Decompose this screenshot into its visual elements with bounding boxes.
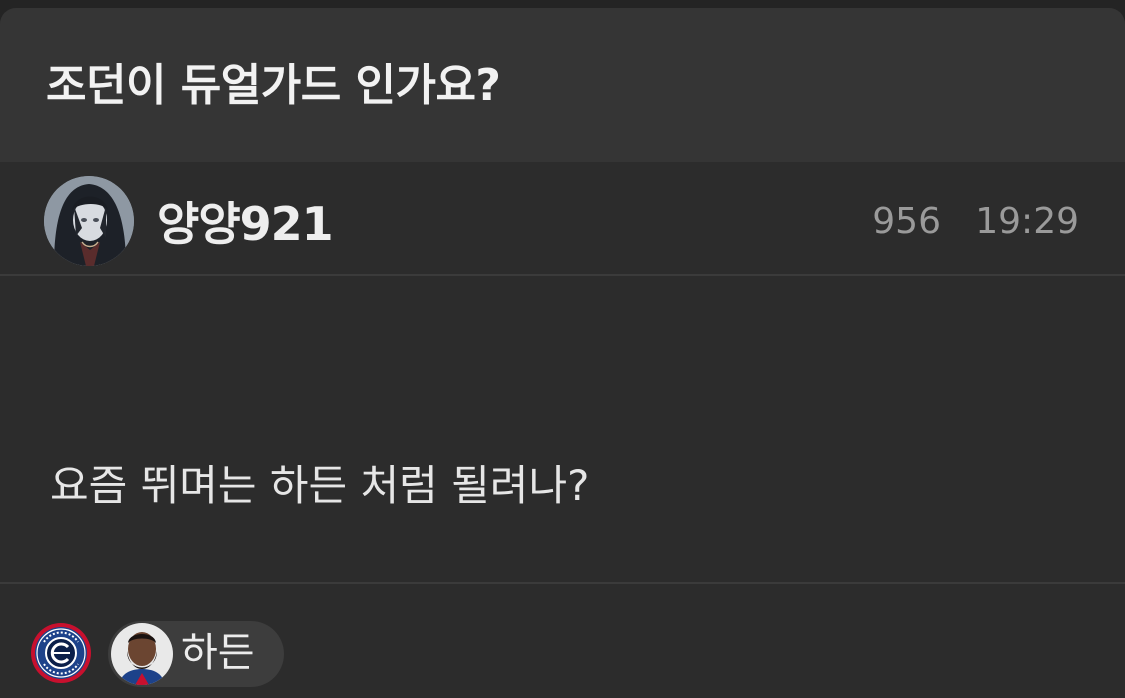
post-card: 조던이 듀얼가드 인가요? 양양921 956 19:29 요즘 뛰며는 하든 … [0, 8, 1125, 698]
post-time: 19:29 [975, 201, 1079, 242]
post-body: 요즘 뛰며는 하든 처럼 될려나? [50, 461, 590, 510]
author-row: 양양921 956 19:29 [0, 162, 1125, 274]
player-tag-label: 하든 [181, 630, 255, 676]
author-name[interactable]: 양양921 [157, 196, 334, 252]
clippers-logo-icon[interactable] [30, 622, 92, 684]
divider [0, 274, 1125, 276]
view-count: 956 [872, 201, 941, 242]
post-footer: 하든 [0, 586, 1125, 698]
player-tag-chip[interactable]: 하든 [108, 621, 284, 687]
anime-avatar-icon[interactable] [44, 176, 134, 266]
divider [0, 582, 1125, 584]
post-title: 조던이 듀얼가드 인가요? [46, 60, 501, 111]
title-bar: 조던이 듀얼가드 인가요? [0, 8, 1125, 162]
player-avatar-icon [111, 623, 173, 685]
